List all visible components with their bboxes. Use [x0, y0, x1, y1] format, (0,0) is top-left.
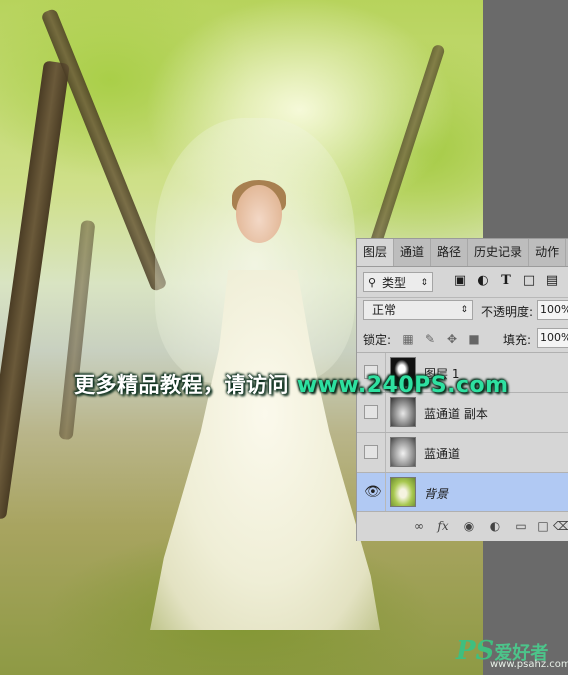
- smart-object-filter-icon[interactable]: ▤: [544, 273, 560, 289]
- image-filter-icon[interactable]: ▣: [452, 273, 468, 289]
- layer-thumbnail: [390, 397, 416, 427]
- updown-arrows-icon: ⇕: [460, 305, 468, 315]
- tab-paths[interactable]: 路径: [431, 239, 469, 266]
- shape-filter-icon[interactable]: □: [521, 273, 537, 289]
- layer-row[interactable]: 👁 背景: [357, 473, 568, 513]
- lock-image-pixels-icon[interactable]: ✎: [423, 332, 437, 346]
- layer-name: 蓝通道: [424, 447, 461, 461]
- panel-tabs: 图层 通道 路径 历史记录 动作: [357, 239, 568, 267]
- layer-thumbnail: [390, 477, 416, 507]
- adjustment-filter-icon[interactable]: ◐: [475, 273, 491, 289]
- tree-trunk: [0, 60, 70, 520]
- logo-url: www.psahz.com: [490, 659, 568, 670]
- blend-mode-value: 正常: [372, 303, 397, 317]
- visibility-toggle[interactable]: [364, 445, 378, 459]
- divider: [385, 433, 386, 472]
- tab-channels[interactable]: 通道: [394, 239, 432, 266]
- divider: [385, 473, 386, 512]
- lock-position-icon[interactable]: ✥: [445, 332, 459, 346]
- trash-icon[interactable]: ⌫: [553, 518, 568, 534]
- tree-trunk: [58, 219, 96, 441]
- fill-input[interactable]: 100%: [537, 328, 568, 348]
- visibility-toggle[interactable]: [364, 405, 378, 419]
- fx-icon[interactable]: fx: [435, 518, 451, 534]
- lock-all-icon[interactable]: ■: [467, 332, 481, 346]
- watermark-site: www.240PS.com: [296, 373, 509, 398]
- tutorial-watermark: 更多精品教程，请访问 www.240PS.com: [74, 369, 509, 399]
- tree-trunk: [366, 43, 446, 257]
- link-icon[interactable]: ∞: [411, 518, 427, 534]
- logo-ps: PS: [456, 636, 495, 666]
- tab-actions[interactable]: 动作: [529, 239, 567, 266]
- filter-kind-value: 类型: [382, 276, 407, 290]
- group-folder-icon[interactable]: ▭: [513, 518, 529, 534]
- layer-row[interactable]: 蓝通道: [357, 433, 568, 473]
- layer-thumbnail: [390, 437, 416, 467]
- fill-label: 填充:: [503, 333, 532, 347]
- opacity-input[interactable]: 100%: [537, 300, 568, 320]
- blend-row: 正常 ⇕ 不透明度: 100%: [357, 298, 568, 324]
- type-filter-icon[interactable]: T: [498, 273, 514, 289]
- layer-name: 蓝通道 副本: [424, 407, 488, 421]
- layer-name: 背景: [424, 487, 449, 501]
- search-icon: ⚲: [368, 276, 377, 289]
- new-layer-icon[interactable]: □: [535, 518, 551, 534]
- opacity-label: 不透明度:: [481, 305, 534, 319]
- lock-label: 锁定:: [363, 333, 392, 347]
- panel-bottom-bar: ∞ fx ◉ ◐ ▭ □ ⌫: [357, 511, 568, 540]
- eye-icon[interactable]: 👁: [364, 485, 382, 499]
- mask-icon[interactable]: ◉: [461, 518, 477, 534]
- lock-row: 锁定: ▦ ✎ ✥ ■ 填充: 100%: [357, 325, 568, 353]
- adjustment-icon[interactable]: ◐: [487, 518, 503, 534]
- watermark-text: 更多精品教程，请访问: [74, 373, 289, 397]
- lock-transparent-pixels-icon[interactable]: ▦: [401, 332, 415, 346]
- filter-row: ⚲ 类型 ⇕ ▣ ◐ T □ ▤: [357, 267, 568, 298]
- bride-face: [236, 185, 282, 243]
- tab-history[interactable]: 历史记录: [468, 239, 530, 266]
- updown-arrows-icon: ⇕: [420, 278, 428, 288]
- blend-mode-select[interactable]: 正常 ⇕: [363, 300, 473, 320]
- tree-trunk: [40, 7, 168, 293]
- layer-row[interactable]: 蓝通道 副本: [357, 393, 568, 433]
- filter-kind-select[interactable]: ⚲ 类型 ⇕: [363, 272, 433, 292]
- tab-layers[interactable]: 图层: [357, 239, 395, 266]
